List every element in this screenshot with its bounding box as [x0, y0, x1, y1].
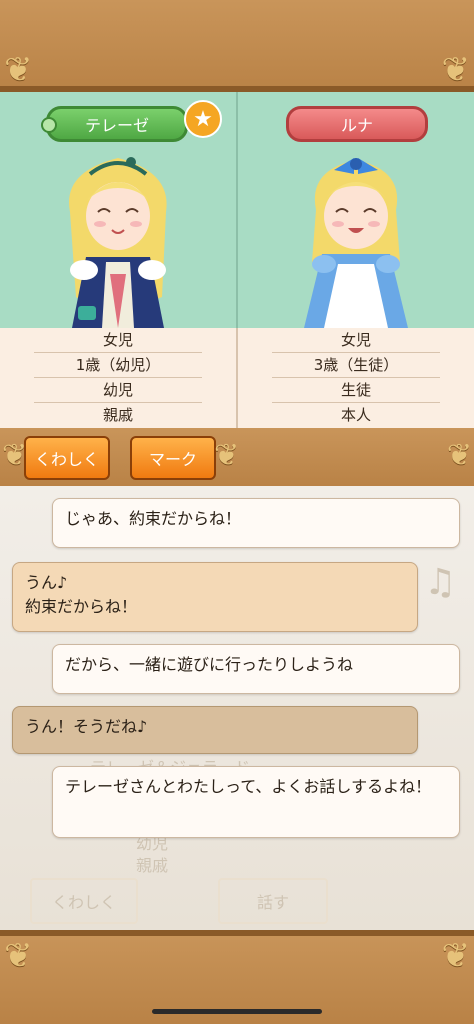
action-bar: ❦ くわしく マーク ❦ ❦ — [0, 428, 474, 486]
info-stage: 生徒 — [272, 378, 440, 403]
character-panel-right[interactable]: ルナ — [238, 92, 474, 328]
info-age: 1歳（幼児） — [34, 353, 202, 378]
chat-bubble-left: うん！そうだね♪ — [12, 706, 418, 754]
home-indicator[interactable] — [152, 1009, 322, 1014]
top-frame: ❦ ❦ — [0, 0, 474, 92]
conversation-area[interactable]: テレーゼ＆ジェラード 幼児 親戚 くわしく 話す ♫ じゃあ、約束だからね！ う… — [0, 486, 474, 930]
music-note-icon: ♫ — [424, 562, 457, 603]
right-ornament-icon: ❦ — [446, 438, 472, 473]
right-ornament-icon: ❦ — [441, 936, 471, 976]
info-relation: 本人 — [340, 406, 371, 424]
right-ornament-icon: ❦ — [441, 50, 471, 90]
mark-button[interactable]: マーク — [130, 436, 216, 480]
info-gender: 女児 — [34, 328, 202, 353]
chat-bubble-right: テレーゼさんとわたしって、よくお話しするよね！ — [52, 766, 460, 838]
background-talk-button: 話す — [218, 878, 328, 924]
character-info-right: 女児 3歳（生徒） 生徒 本人 — [238, 328, 474, 428]
character-portrait — [304, 158, 408, 328]
chat-bubble-right: だから、一緒に遊びに行ったりしようね — [52, 644, 460, 694]
character-info-left: 女児 1歳（幼児） 幼児 親戚 — [0, 328, 238, 428]
info-relation: 親戚 — [102, 406, 133, 424]
left-ornament-icon: ❦ — [4, 50, 33, 90]
chat-bubble-left: うん♪ 約束だからね！ — [12, 562, 418, 632]
left-ornament-icon: ❦ — [4, 936, 33, 976]
info-stage: 幼児 — [34, 378, 202, 403]
center-ornament-icon: ❦ — [214, 438, 240, 473]
character-panel-left[interactable]: テレーゼ ★ — [0, 92, 238, 328]
chat-bubble-right: じゃあ、約束だからね！ — [52, 498, 460, 548]
character-portrait — [69, 157, 167, 328]
info-gender: 女児 — [272, 328, 440, 353]
background-details-button: くわしく — [30, 878, 138, 924]
background-row: 親戚 — [136, 856, 169, 875]
details-button[interactable]: くわしく — [24, 436, 110, 480]
info-age: 3歳（生徒） — [272, 353, 440, 378]
